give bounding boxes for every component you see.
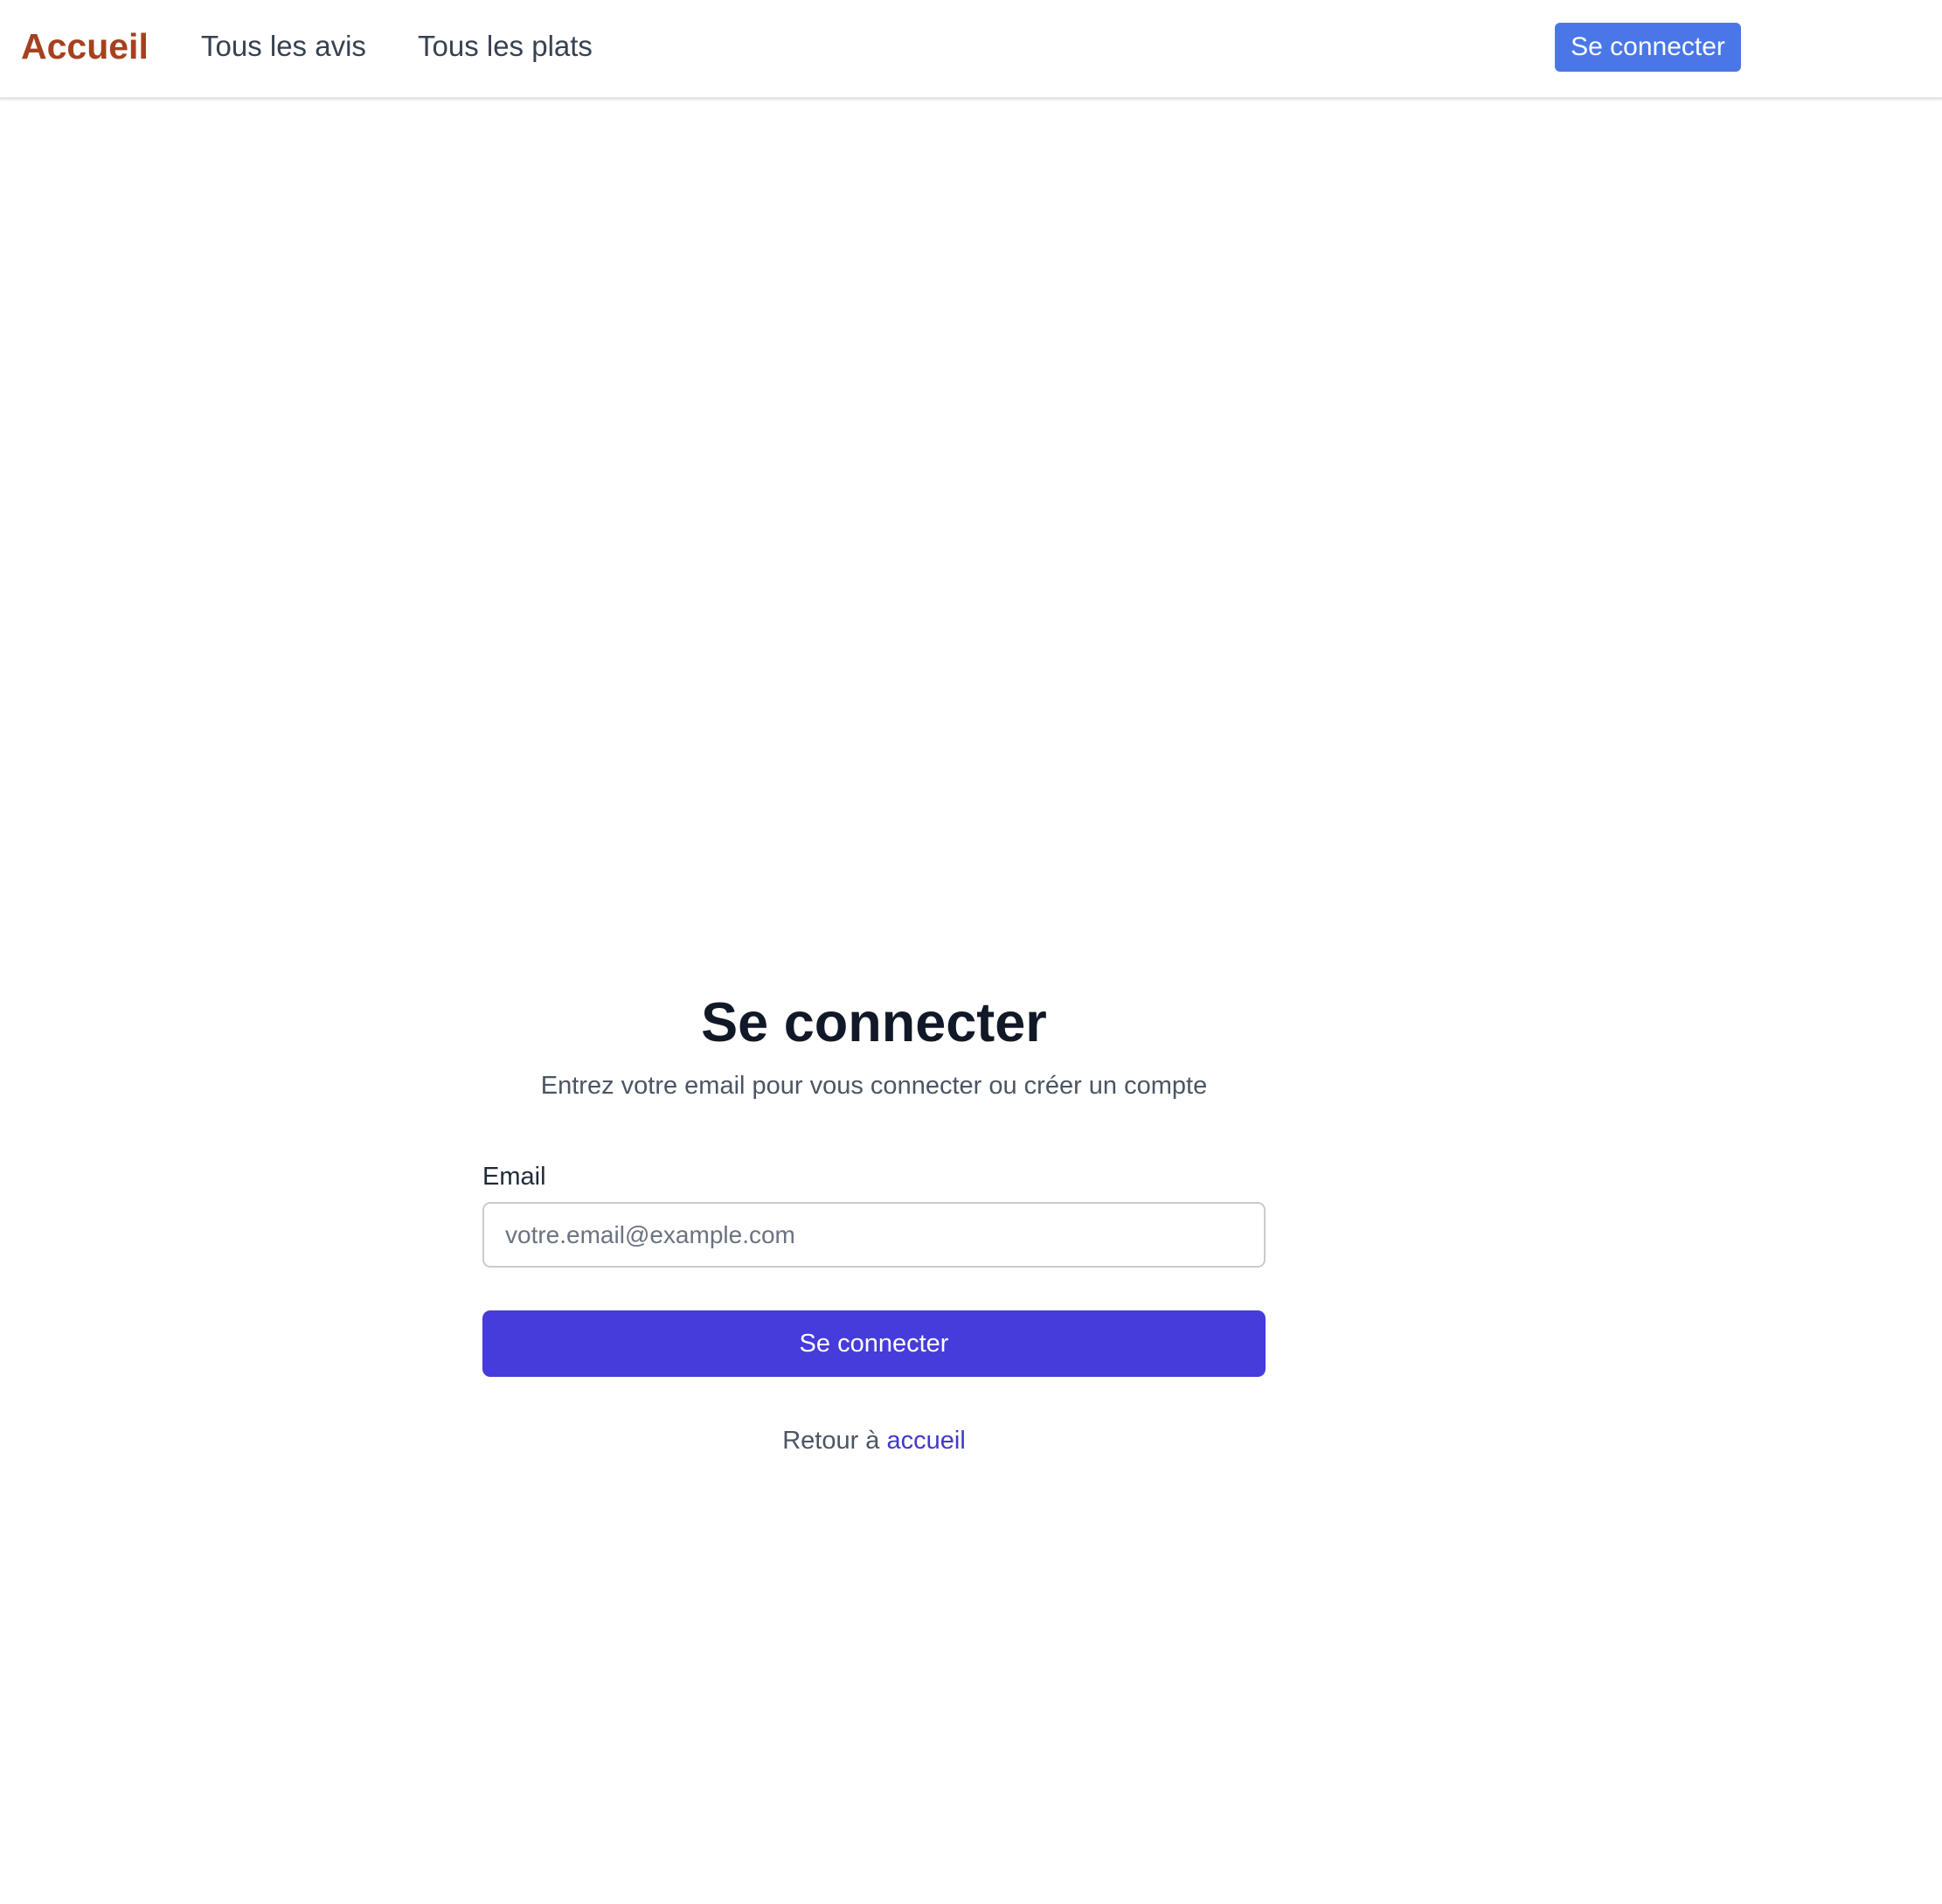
back-to-home: Retour à accueil xyxy=(0,1423,1748,1458)
navbar: Accueil Tous les avis Tous les plats Se … xyxy=(0,0,1942,100)
navbar-login-button[interactable]: Se connecter xyxy=(1555,23,1741,72)
email-input[interactable] xyxy=(482,1202,1266,1268)
back-prefix: Retour à xyxy=(782,1427,887,1455)
nav-link-tous-les-avis[interactable]: Tous les avis xyxy=(201,28,366,65)
page-title: Se connecter xyxy=(701,992,1047,1053)
back-home-link[interactable]: accueil xyxy=(887,1427,966,1455)
nav-link-tous-les-plats[interactable]: Tous les plats xyxy=(418,28,593,65)
page-subtitle: Entrez votre email pour vous connecter o… xyxy=(540,1072,1208,1100)
email-label: Email xyxy=(482,1163,546,1191)
submit-login-button[interactable]: Se connecter xyxy=(482,1310,1266,1377)
home-link[interactable]: Accueil xyxy=(21,24,149,68)
